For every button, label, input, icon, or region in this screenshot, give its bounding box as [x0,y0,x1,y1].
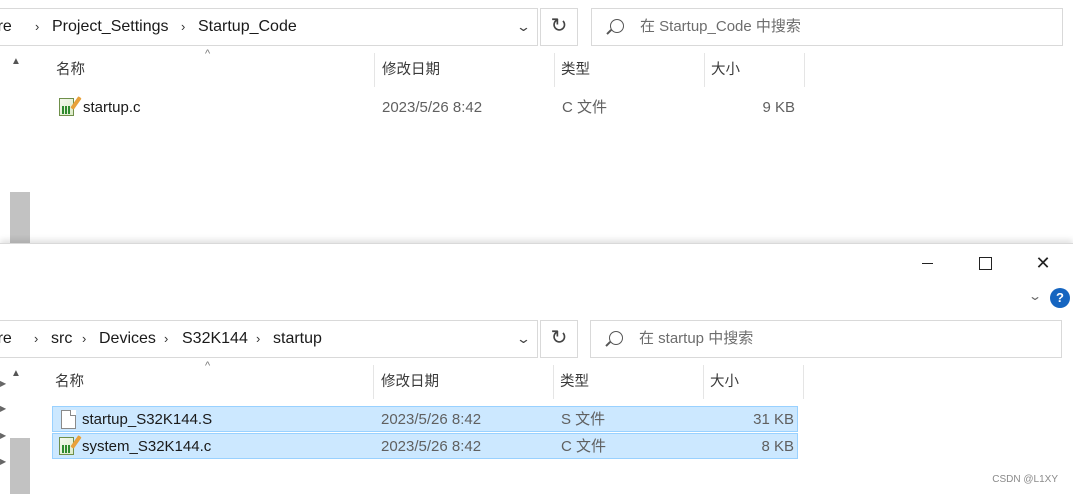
file-date: 2023/5/26 8:42 [381,438,482,455]
help-button[interactable]: ? [1050,288,1070,308]
c-source-file-icon [59,96,82,117]
column-header-name[interactable]: 名称 [55,365,84,399]
minimize-icon [922,263,933,264]
breadcrumb-chevron-icon[interactable]: › [256,321,260,357]
refresh-button[interactable]: ↻ [540,8,578,46]
file-row-selected[interactable]: startup_S32K144.S 2023/5/26 8:42 S 文件 31… [52,406,798,432]
close-button[interactable]: ✕ [1014,244,1072,282]
tree-expand-arrow-icon[interactable]: ▶ [0,457,6,466]
file-date: 2023/5/26 8:42 [382,99,483,116]
column-header-name[interactable]: 名称 [56,53,85,87]
refresh-button[interactable]: ↻ [540,320,578,358]
column-divider[interactable] [704,53,705,87]
maximize-icon [979,257,992,270]
breadcrumb-item[interactable]: Devices [99,321,156,357]
address-bar[interactable]: Bare › Project_Settings › Startup_Code ⌄ [0,8,538,46]
file-row-selected[interactable]: system_S32K144.c 2023/5/26 8:42 C 文件 8 K… [52,433,798,459]
file-name[interactable]: startup.c [83,95,141,121]
search-icon [610,19,624,33]
column-divider[interactable] [374,53,375,87]
scroll-up-arrow-icon[interactable]: ▲ [11,368,21,379]
breadcrumb-item[interactable]: S32K144 [182,321,248,357]
column-header-size[interactable]: 大小 [711,53,740,87]
address-history-dropdown-icon[interactable]: ⌄ [516,321,531,357]
breadcrumb-item[interactable]: startup [273,321,322,357]
column-divider[interactable] [373,365,374,399]
close-icon: ✕ [1035,253,1051,273]
tree-expand-arrow-icon[interactable]: ▶ [0,404,6,413]
scrollbar-thumb[interactable] [10,438,30,494]
refresh-icon: ↻ [550,15,568,37]
minimize-button[interactable] [898,244,956,282]
breadcrumb-chevron-icon[interactable]: › [82,321,86,357]
search-icon [609,331,623,345]
file-size: 9 KB [762,99,795,116]
file-date: 2023/5/26 8:42 [381,411,482,428]
top-explorer-window: Bare › Project_Settings › Startup_Code ⌄… [0,0,1073,243]
column-divider[interactable] [703,365,704,399]
file-type: S 文件 [561,411,606,428]
breadcrumb-chevron-icon[interactable]: › [34,321,38,357]
breadcrumb-chevron-icon[interactable]: › [35,9,39,45]
breadcrumb-item[interactable]: src [51,321,72,357]
breadcrumb-chevron-icon[interactable]: › [164,321,168,357]
help-icon: ? [1056,290,1064,305]
address-bar[interactable]: Bare › src › Devices › S32K144 › startup… [0,320,538,358]
sort-ascending-icon: ^ [205,48,211,60]
file-name[interactable]: system_S32K144.c [82,434,211,460]
scroll-up-arrow-icon[interactable]: ▲ [11,56,21,67]
tree-expand-arrow-icon[interactable]: ▶ [0,431,6,440]
file-row[interactable]: startup.c 2023/5/26 8:42 C 文件 9 KB [52,95,798,121]
file-type: C 文件 [561,438,607,455]
refresh-icon: ↻ [550,327,568,349]
column-header-date[interactable]: 修改日期 [382,53,440,87]
navigation-pane-scrollbar[interactable]: ▲ [0,52,30,243]
breadcrumb-item[interactable]: Startup_Code [198,9,297,45]
maximize-button[interactable] [956,244,1014,282]
watermark: CSDN @L1XY [992,474,1058,485]
file-type: C 文件 [562,99,608,116]
expand-ribbon-chevron-icon[interactable]: ⌄ [1028,289,1042,303]
breadcrumb-chevron-icon[interactable]: › [181,9,185,45]
breadcrumb-item[interactable]: Bare [0,9,12,45]
sort-ascending-icon: ^ [205,360,211,372]
scrollbar-thumb[interactable] [10,192,30,243]
bottom-explorer-window: ✕ ⌄ ? Bare › src › Devices › S32K144 › s… [0,243,1073,494]
blank-file-icon [61,410,76,429]
column-header-size[interactable]: 大小 [710,365,739,399]
search-placeholder[interactable]: 在 Startup_Code 中搜索 [640,9,801,45]
file-size: 8 KB [761,438,794,455]
column-header-date[interactable]: 修改日期 [381,365,439,399]
column-header-type[interactable]: 类型 [561,53,590,87]
column-header-type[interactable]: 类型 [560,365,589,399]
file-name[interactable]: startup_S32K144.S [82,407,212,433]
column-divider[interactable] [803,365,804,399]
breadcrumb-item[interactable]: Project_Settings [52,9,169,45]
column-divider[interactable] [804,53,805,87]
tree-expand-arrow-icon[interactable]: ▶ [0,379,6,388]
address-history-dropdown-icon[interactable]: ⌄ [516,9,531,45]
column-divider[interactable] [553,365,554,399]
search-box[interactable]: 在 startup 中搜索 [590,320,1062,358]
c-source-file-icon [59,435,82,456]
column-divider[interactable] [554,53,555,87]
search-box[interactable]: 在 Startup_Code 中搜索 [591,8,1063,46]
search-placeholder[interactable]: 在 startup 中搜索 [639,321,753,357]
breadcrumb-item[interactable]: Bare [0,321,12,357]
file-size: 31 KB [753,411,794,428]
